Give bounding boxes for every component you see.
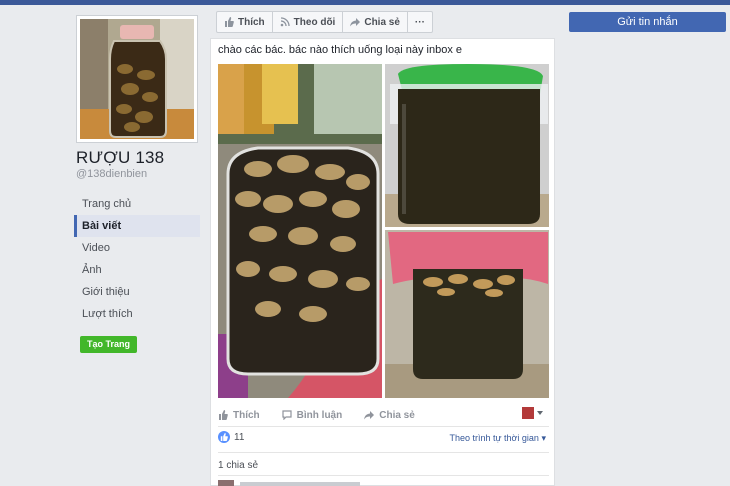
post-comment-label: Bình luận bbox=[296, 409, 343, 421]
post-photo-grid[interactable] bbox=[218, 64, 549, 398]
photo-bottom-right[interactable] bbox=[385, 230, 549, 398]
send-message-button[interactable]: Gửi tin nhắn bbox=[569, 12, 726, 32]
divider bbox=[218, 426, 549, 427]
share-count[interactable]: 1 chia sẻ bbox=[218, 460, 258, 471]
page-handle[interactable]: @138dienbien bbox=[76, 168, 147, 180]
follow-button[interactable]: Theo dõi bbox=[273, 12, 344, 32]
page-name[interactable]: RƯỢU 138 bbox=[76, 148, 164, 168]
create-page-button[interactable]: Tạo Trang bbox=[80, 336, 138, 353]
profile-picture[interactable] bbox=[76, 15, 198, 143]
divider bbox=[218, 475, 549, 476]
post-card: chào các bác. bác nào thích uống loại nà… bbox=[210, 38, 555, 486]
comment-sort-label: Theo trình tự thời gian bbox=[449, 433, 539, 443]
nav-item-likes[interactable]: Lượt thích bbox=[74, 303, 200, 325]
share-arrow-icon bbox=[364, 411, 375, 420]
avatar[interactable] bbox=[218, 480, 234, 486]
left-column: RƯỢU 138 @138dienbien Trang chủ Bài viết… bbox=[0, 5, 210, 486]
more-options-label: ··· bbox=[414, 16, 425, 28]
share-page-button[interactable]: Chia sẻ bbox=[343, 12, 408, 32]
divider bbox=[218, 452, 549, 453]
chevron-down-icon: ▾ bbox=[541, 433, 546, 443]
comment-text-placeholder bbox=[240, 482, 360, 486]
nav-item-videos[interactable]: Video bbox=[74, 237, 200, 259]
like-page-button[interactable]: Thích bbox=[217, 12, 273, 32]
rss-icon bbox=[280, 17, 290, 27]
thumbs-up-icon bbox=[225, 17, 234, 27]
like-reaction-icon bbox=[218, 431, 230, 443]
post-share-label: Chia sẻ bbox=[379, 409, 415, 421]
nav-item-photos[interactable]: Ảnh bbox=[74, 259, 200, 281]
photo-left[interactable] bbox=[218, 64, 382, 398]
post-as-selector[interactable] bbox=[522, 406, 544, 424]
comment-icon bbox=[282, 410, 292, 420]
comment-preview bbox=[218, 480, 549, 486]
nav-item-home[interactable]: Trang chủ bbox=[74, 193, 200, 215]
like-summary[interactable]: 11 bbox=[218, 431, 244, 443]
nav-item-posts[interactable]: Bài viết bbox=[74, 215, 200, 237]
follow-label: Theo dõi bbox=[293, 16, 336, 28]
share-page-label: Chia sẻ bbox=[364, 16, 400, 28]
like-page-label: Thích bbox=[238, 16, 265, 28]
post-like-label: Thích bbox=[233, 409, 260, 421]
comment-sort-link[interactable]: Theo trình tự thời gian ▾ bbox=[449, 433, 546, 444]
share-arrow-icon bbox=[350, 18, 361, 27]
post-share-button[interactable]: Chia sẻ bbox=[364, 410, 415, 421]
like-count: 11 bbox=[234, 431, 245, 443]
more-options-button[interactable]: ··· bbox=[408, 12, 432, 32]
thumbs-up-icon bbox=[219, 410, 228, 420]
post-like-button[interactable]: Thích bbox=[218, 410, 260, 421]
post-action-bar: Thích Bình luận Chia sẻ bbox=[218, 406, 549, 424]
chevron-down-icon bbox=[537, 411, 543, 415]
page-nav: Trang chủ Bài viết Video Ảnh Giới thiệu … bbox=[74, 193, 200, 325]
nav-item-about[interactable]: Giới thiệu bbox=[74, 281, 200, 303]
post-comment-button[interactable]: Bình luận bbox=[282, 409, 343, 421]
photo-top-right[interactable] bbox=[385, 64, 549, 227]
post-text: chào các bác. bác nào thích uống loại nà… bbox=[218, 44, 463, 56]
page-action-bar: Thích Theo dõi Chia sẻ ··· bbox=[216, 11, 433, 33]
avatar bbox=[522, 407, 534, 419]
